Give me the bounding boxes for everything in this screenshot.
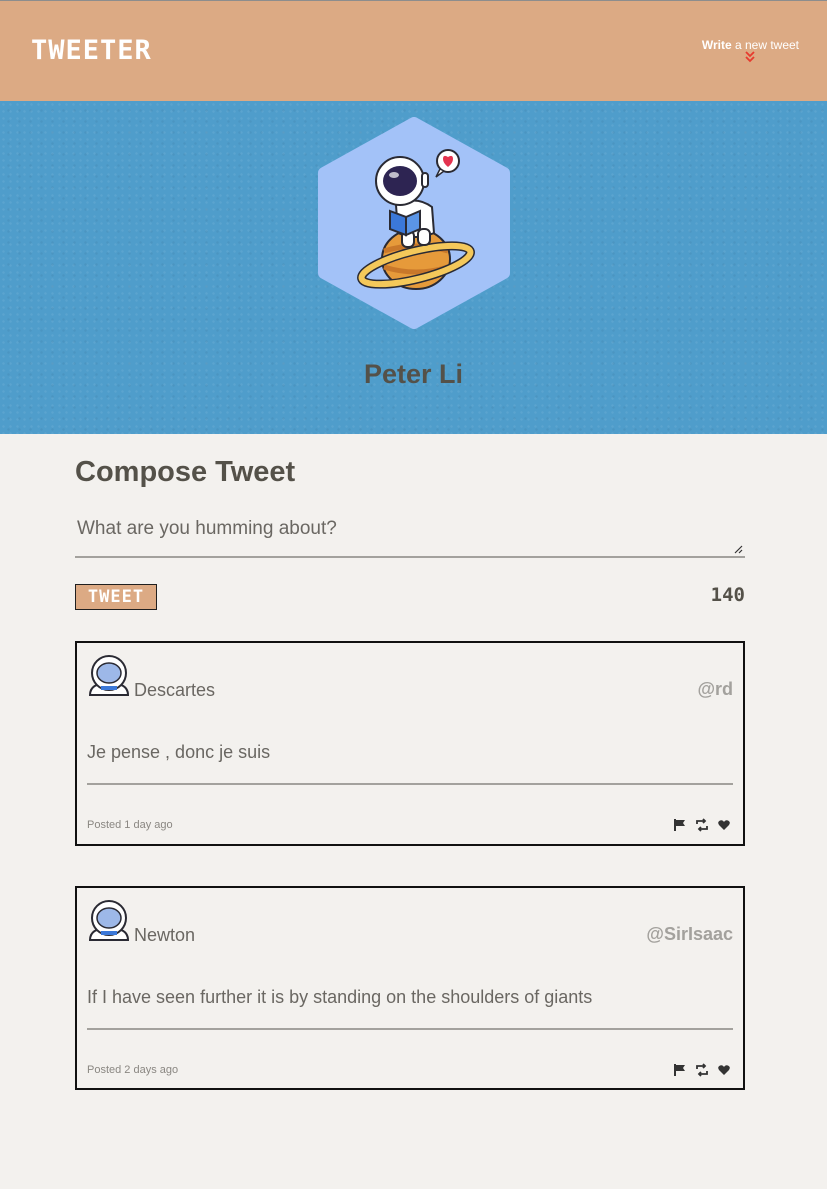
astronaut-helmet-icon bbox=[87, 653, 131, 697]
tweet-text: Je pense , donc je suis bbox=[87, 742, 271, 762]
tweet-author-name: Descartes bbox=[134, 680, 216, 700]
astronaut-helmet-icon bbox=[87, 898, 131, 942]
heart-icon[interactable] bbox=[717, 817, 731, 831]
brand-logo[interactable]: TWEETER bbox=[31, 35, 152, 66]
flag-icon[interactable] bbox=[673, 1062, 687, 1076]
tweet-author-handle: @rd bbox=[697, 679, 733, 699]
character-counter: 140 bbox=[710, 584, 745, 606]
profile-name: Peter Li bbox=[363, 359, 464, 389]
write-new-tweet-link[interactable]: Write a new tweet bbox=[701, 38, 799, 63]
tweet-card: Newton @SirIsaac If I have seen further … bbox=[75, 886, 745, 1090]
astronaut-on-planet-avatar bbox=[318, 117, 510, 329]
tweet-text: If I have seen further it is by standing… bbox=[87, 987, 593, 1007]
retweet-icon[interactable] bbox=[695, 1062, 709, 1077]
tweet-actions bbox=[673, 1062, 731, 1077]
tweet-divider bbox=[87, 1028, 733, 1030]
tweet-author-handle: @SirIsaac bbox=[646, 924, 733, 944]
tweet-timestamp: Posted 2 days ago bbox=[87, 1064, 179, 1076]
write-label-rest: a new tweet bbox=[731, 38, 799, 52]
profile-hero: Peter Li bbox=[0, 101, 827, 434]
compose-title: Compose Tweet bbox=[75, 456, 296, 488]
tweet-card: Descartes @rd Je pense , donc je suis Po… bbox=[75, 641, 745, 846]
resize-grip-icon[interactable] bbox=[733, 544, 743, 554]
tweet-author-name: Newton bbox=[134, 925, 196, 945]
retweet-icon[interactable] bbox=[695, 817, 709, 832]
flag-icon[interactable] bbox=[673, 817, 687, 831]
top-nav: TWEETER Write a new tweet bbox=[0, 0, 827, 101]
tweet-divider bbox=[87, 783, 733, 785]
heart-icon[interactable] bbox=[717, 1062, 731, 1076]
write-label-bold: Write bbox=[701, 38, 732, 52]
tweet-actions bbox=[673, 817, 731, 832]
tweet-timestamp: Posted 1 day ago bbox=[87, 819, 173, 831]
double-chevron-down-icon[interactable] bbox=[745, 51, 756, 64]
compose-tweet-input[interactable] bbox=[75, 512, 745, 558]
tweet-button[interactable]: TWEET bbox=[75, 584, 157, 610]
